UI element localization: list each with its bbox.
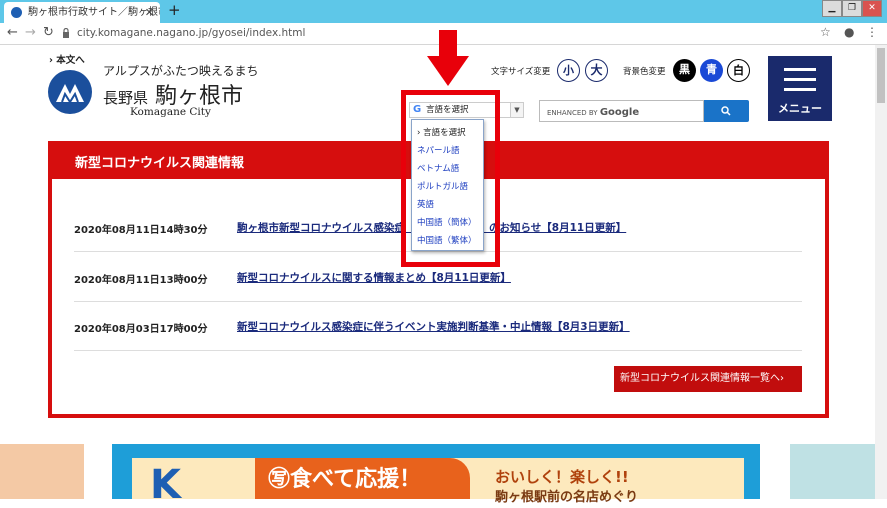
- covid-more-button[interactable]: 新型コロナウイルス関連情報一覧へ›: [614, 366, 802, 392]
- hamburger-bar: [784, 78, 816, 81]
- menu-label: メニュー: [778, 102, 822, 115]
- scrollbar-thumb[interactable]: [877, 48, 885, 103]
- news-divider: [74, 350, 802, 351]
- restore-icon[interactable]: ❐: [842, 0, 862, 17]
- font-size-label: 文字サイズ変更: [491, 67, 551, 77]
- browser-tab[interactable]: 駒ヶ根市行政サイト／駒ヶ根市アル ✕: [4, 2, 160, 23]
- banner-subline: 駒ヶ根駅前の名店めぐり: [495, 490, 639, 505]
- back-icon[interactable]: ←: [7, 25, 18, 40]
- city-logo[interactable]: [48, 70, 92, 114]
- tab-title: 駒ヶ根市行政サイト／駒ヶ根市アル: [28, 7, 160, 18]
- news-link[interactable]: 新型コロナウイルス感染症に伴うイベント実施判断基準・中止情報【8月3日更新】: [237, 319, 630, 334]
- hamburger-bar: [784, 88, 816, 91]
- news-date: 2020年08月03日17時00分: [74, 324, 208, 335]
- site-favicon-icon: [11, 7, 22, 18]
- font-large-button[interactable]: 大: [585, 59, 608, 82]
- reload-icon[interactable]: ↻: [43, 25, 54, 40]
- prefecture-name: 長野県: [103, 89, 149, 107]
- covid-panel-title: 新型コロナウイルス関連情報: [75, 156, 245, 171]
- news-date: 2020年08月11日13時00分: [74, 275, 208, 286]
- bookmark-star-icon[interactable]: ☆: [820, 25, 831, 39]
- url-text[interactable]: city.komagane.nagano.jp/gyosei/index.htm…: [77, 27, 305, 39]
- forward-icon[interactable]: →: [25, 25, 36, 40]
- search-placeholder: ENHANCED BY Google: [547, 107, 639, 118]
- city-tagline: アルプスがふたつ映えるまち: [103, 64, 259, 78]
- search-button[interactable]: [704, 100, 749, 122]
- font-small-button[interactable]: 小: [557, 59, 580, 82]
- skip-to-content-link[interactable]: › 本文へ: [49, 52, 85, 66]
- profile-icon[interactable]: ●: [844, 25, 854, 39]
- menu-button[interactable]: メニュー: [768, 56, 832, 121]
- close-window-icon[interactable]: ✕: [862, 0, 882, 17]
- mountain-emblem-icon: [56, 84, 84, 103]
- lock-icon: [63, 28, 69, 38]
- google-brand-text: Google: [599, 107, 640, 118]
- bg-color-label: 背景色変更: [623, 67, 666, 77]
- news-divider: [74, 301, 802, 302]
- minimize-icon[interactable]: ▁: [822, 0, 842, 17]
- new-tab-icon[interactable]: +: [168, 1, 181, 19]
- bg-black-button[interactable]: 黒: [673, 59, 696, 82]
- dropdown-arrow-icon[interactable]: ▼: [510, 103, 523, 117]
- search-placeholder-small: ENHANCED BY: [547, 109, 598, 117]
- banner-right-image[interactable]: [790, 444, 875, 499]
- search-input[interactable]: ENHANCED BY Google: [539, 100, 704, 122]
- close-tab-icon[interactable]: ✕: [145, 2, 154, 23]
- news-link[interactable]: 新型コロナウイルスに関する情報まとめ【8月11日更新】: [237, 270, 511, 285]
- banner-left-image[interactable]: [0, 444, 84, 499]
- highlight-box: [401, 90, 500, 267]
- news-date: 2020年08月11日14時30分: [74, 225, 208, 236]
- banner-letter: K: [150, 462, 181, 508]
- browser-menu-icon[interactable]: ⋮: [866, 25, 878, 39]
- down-arrow-icon: [427, 30, 469, 86]
- hamburger-icon: [784, 68, 816, 71]
- bg-blue-button[interactable]: 青: [700, 59, 723, 82]
- scrollbar-track[interactable]: [875, 45, 887, 499]
- bg-white-button[interactable]: 白: [727, 59, 750, 82]
- search-icon: [721, 106, 731, 116]
- banner-tag-text: ㊢食べて応援！: [268, 467, 422, 492]
- banner-headline: おいしく！楽しく!!: [495, 468, 629, 486]
- city-name-en: Komagane City: [130, 106, 211, 118]
- browser-tab-bar: 駒ヶ根市行政サイト／駒ヶ根市アル ✕ + ▁ ❐ ✕: [0, 0, 887, 23]
